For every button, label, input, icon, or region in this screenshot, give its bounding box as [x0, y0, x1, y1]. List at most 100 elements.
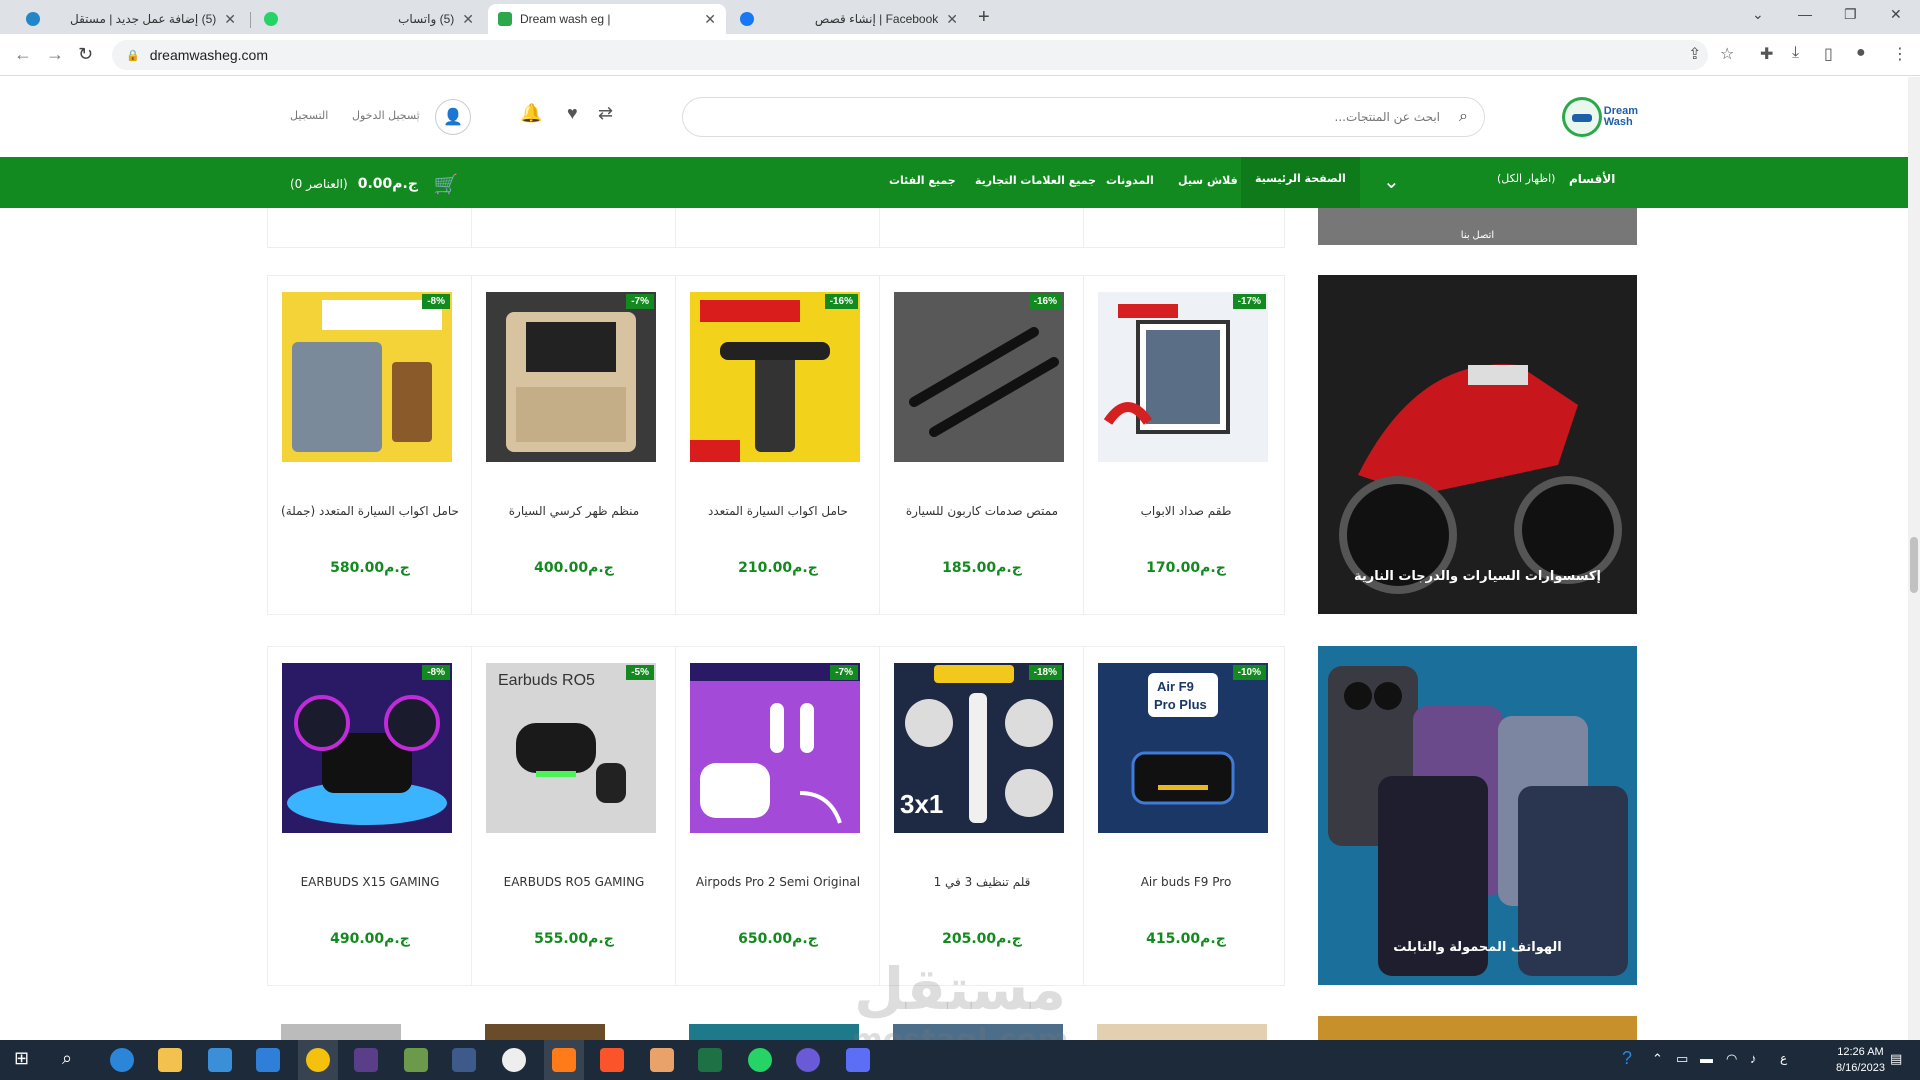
wishlist-heart-icon[interactable]: ♥ — [567, 103, 578, 124]
product-card[interactable]: -17% طقم صداد الابواب ج.م170.00 — [1084, 276, 1288, 614]
product-card[interactable]: -8% EARBUDS X15 GAMING ج.م490.00 — [268, 647, 472, 985]
tab-mostaql[interactable]: (5) إضافة عمل جديد | مستقل ✕ — [16, 4, 246, 34]
product-name[interactable]: قلم تنظيف 3 في 1 — [890, 873, 1074, 891]
nav-all-brands[interactable]: جميع العلامات التجارية — [975, 174, 1096, 187]
product-image[interactable]: -7% — [690, 663, 860, 833]
taskbar-search-icon[interactable]: ⌕ — [62, 1048, 72, 1069]
site-logo[interactable]: Dream Wash — [1562, 95, 1638, 139]
tab-facebook[interactable]: Facebook | إنشاء قصص ✕ — [730, 4, 968, 34]
network-icon[interactable]: ▭ — [1676, 1051, 1688, 1067]
wifi-icon[interactable]: ◠ — [1726, 1051, 1737, 1067]
close-tab-icon[interactable]: ✕ — [704, 11, 716, 28]
page-scrollbar[interactable] — [1908, 77, 1920, 1040]
close-tab-icon[interactable]: ✕ — [946, 11, 958, 28]
scrollbar-thumb[interactable] — [1910, 537, 1918, 593]
nav-home[interactable]: الصفحة الرئيسية — [1241, 157, 1360, 208]
profile-icon[interactable]: ● — [1856, 44, 1866, 62]
windows-start-icon[interactable]: ⊞ — [14, 1048, 29, 1069]
close-tab-icon[interactable]: ✕ — [462, 11, 474, 28]
product-name[interactable]: Airpods Pro 2 Semi Original — [686, 873, 870, 891]
battery-icon[interactable]: ▬ — [1700, 1051, 1713, 1066]
product-card[interactable]: 3x1 -18% قلم تنظيف 3 في 1 ج.م205.00 — [880, 647, 1084, 985]
globe-app-icon[interactable] — [404, 1048, 428, 1072]
product-image[interactable]: Air F9 Pro Plus -10% — [1098, 663, 1268, 833]
nav-flash-sale[interactable]: فلاش سيل — [1178, 174, 1238, 187]
product-name[interactable]: EARBUDS RO5 GAMING — [482, 873, 666, 891]
product-name[interactable]: حامل اكواب السيارة المتعدد — [686, 502, 870, 520]
login-link[interactable]: تسجيل الدخول — [352, 109, 420, 122]
product-card[interactable]: -7% Airpods Pro 2 Semi Original ج.م650.0… — [676, 647, 880, 985]
mail-icon[interactable] — [256, 1048, 280, 1072]
product-image[interactable]: -7% — [486, 292, 656, 462]
brave-icon[interactable] — [600, 1048, 624, 1072]
product-card[interactable]: -16% حامل اكواب السيارة المتعدد ج.م210.0… — [676, 276, 880, 614]
cart-summary[interactable]: (0 العناصر) ج.م0.00 🛒 — [290, 172, 459, 196]
product-image[interactable]: -16% — [690, 292, 860, 462]
url-field[interactable]: 🔒 dreamwasheg.com — [112, 40, 1708, 70]
system-clock[interactable]: 12:26 AM 8/16/2023 — [1836, 1044, 1885, 1076]
product-name[interactable]: EARBUDS X15 GAMING — [278, 873, 462, 891]
edge-icon[interactable] — [110, 1048, 134, 1072]
show-all-categories[interactable]: (اظهار الكل) — [1497, 172, 1555, 185]
app-icon[interactable] — [650, 1048, 674, 1072]
game-icon[interactable] — [354, 1048, 378, 1072]
product-card[interactable]: -7% منظم ظهر كرسي السيارة ج.م400.00 — [472, 276, 676, 614]
search-input[interactable] — [683, 98, 1484, 136]
whatsapp-icon[interactable] — [748, 1048, 772, 1072]
share-icon[interactable]: ⇪ — [1688, 44, 1701, 64]
app-icon[interactable] — [552, 1048, 576, 1072]
close-tab-icon[interactable]: ✕ — [224, 11, 236, 28]
user-avatar-icon[interactable]: 👤 — [435, 99, 471, 135]
sidebar-icon[interactable]: ▯ — [1824, 44, 1833, 64]
category-banner-mobiles[interactable]: الهواتف المحمولة والتابلت — [1318, 646, 1637, 985]
app-icon[interactable] — [796, 1048, 820, 1072]
chrome-icon[interactable] — [306, 1048, 330, 1072]
product-name[interactable]: Air buds F9 Pro — [1094, 873, 1278, 891]
product-card[interactable]: -8% حامل اكواب السيارة المتعدد (جملة) ج.… — [268, 276, 472, 614]
chevron-down-icon[interactable]: ⌄ — [1383, 169, 1400, 194]
excel-icon[interactable] — [698, 1048, 722, 1072]
product-image[interactable]: Earbuds RO5 -5% — [486, 663, 656, 833]
extensions-icon[interactable]: ✚ — [1760, 44, 1773, 64]
notifications-bell-icon[interactable]: 🔔 — [520, 103, 542, 124]
close-window-icon[interactable]: ✕ — [1890, 6, 1902, 23]
product-image[interactable]: 3x1 -18% — [894, 663, 1064, 833]
previous-banner[interactable]: اتصل بنا — [1318, 208, 1637, 245]
product-image[interactable]: -8% — [282, 292, 452, 462]
search-icon[interactable]: ⌕ — [1459, 108, 1468, 126]
reload-icon[interactable]: ↻ — [78, 44, 93, 65]
product-image[interactable]: -8% — [282, 663, 452, 833]
volume-icon[interactable]: ♪ — [1750, 1051, 1757, 1066]
notifications-icon[interactable]: ▤ — [1890, 1051, 1902, 1067]
chevron-up-icon[interactable]: ⌃ — [1652, 1051, 1663, 1067]
help-icon[interactable]: ? — [1622, 1048, 1632, 1069]
bookmark-star-icon[interactable]: ☆ — [1720, 44, 1734, 64]
menu-kebab-icon[interactable]: ⋮ — [1892, 44, 1908, 64]
nav-blogs[interactable]: المدونات — [1106, 174, 1154, 187]
nav-all-categories[interactable]: جميع الفئات — [889, 174, 956, 187]
compare-icon[interactable]: ⇄ — [598, 103, 613, 124]
product-image[interactable]: -16% — [894, 292, 1064, 462]
product-name[interactable]: منظم ظهر كرسي السيارة — [482, 502, 666, 520]
product-name[interactable]: طقم صداد الابواب — [1094, 502, 1278, 520]
tab-whatsapp[interactable]: (5) واتساب ✕ — [254, 4, 484, 34]
product-card[interactable]: Earbuds RO5 -5% EARBUDS RO5 GAMING ج.م55… — [472, 647, 676, 985]
category-banner-car-accessories[interactable]: إكسسوارات السيارات والدرجات النارية — [1318, 275, 1637, 614]
new-tab-icon[interactable]: + — [978, 6, 990, 29]
language-indicator[interactable]: ع — [1780, 1051, 1787, 1065]
file-explorer-icon[interactable] — [158, 1048, 182, 1072]
football-app-icon[interactable] — [502, 1048, 526, 1072]
register-link[interactable]: التسجيل — [290, 109, 328, 122]
minimize-icon[interactable]: — — [1798, 6, 1812, 22]
next-category-banner[interactable] — [1318, 1016, 1637, 1040]
product-image[interactable]: -17% — [1098, 292, 1268, 462]
forward-icon[interactable]: → — [46, 44, 64, 65]
app-icon[interactable] — [846, 1048, 870, 1072]
restore-icon[interactable]: ❐ — [1844, 6, 1857, 23]
store-icon[interactable] — [208, 1048, 232, 1072]
download-icon[interactable]: ⤓ — [1792, 44, 1799, 62]
product-name[interactable]: حامل اكواب السيارة المتعدد (جملة) — [278, 502, 462, 520]
back-icon[interactable]: ← — [14, 44, 32, 65]
product-card[interactable]: Air F9 Pro Plus -10% Air buds F9 Pro ج.م4… — [1084, 647, 1288, 985]
tab-search-icon[interactable]: ⌄ — [1752, 6, 1764, 23]
